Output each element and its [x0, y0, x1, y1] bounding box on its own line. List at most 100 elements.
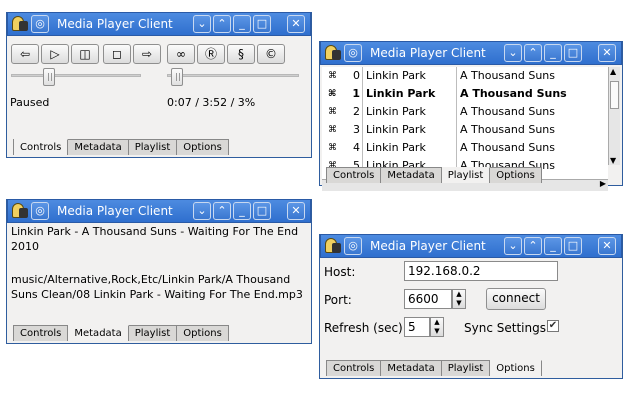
tab-bar: Controls Metadata Playlist Options	[13, 325, 229, 341]
metadata-path-line: music/Alternative,Rock,Etc/Linkin Park/A…	[11, 273, 291, 286]
table-row[interactable]: ⌘ 0 Linkin Park A Thousand Suns	[322, 67, 608, 85]
tab-playlist[interactable]: Playlist	[441, 167, 491, 183]
controls-window: ◎ Media Player Client ⌄ ⌃ _ □ ✕ ⇦ ▷ ◫ ◻ …	[6, 12, 312, 158]
sync-checkbox[interactable]: ✔	[547, 320, 559, 332]
tab-controls[interactable]: Controls	[14, 139, 69, 155]
drag-handle-icon[interactable]: ⌘	[328, 121, 337, 139]
minimize-icon[interactable]: _	[544, 237, 562, 255]
shade-up-icon[interactable]: ⌃	[213, 15, 231, 33]
close-icon[interactable]: ✕	[598, 237, 616, 255]
tab-metadata[interactable]: Metadata	[381, 360, 442, 376]
close-icon[interactable]: ✕	[287, 202, 305, 220]
playback-time: 0:07 / 3:52 / 3%	[167, 96, 256, 109]
tab-metadata[interactable]: Metadata	[68, 325, 129, 341]
metadata-title-line: Linkin Park - A Thousand Suns - Waiting …	[11, 225, 299, 238]
next-icon: ⇨	[141, 47, 153, 61]
stop-icon: ◻	[112, 47, 122, 61]
shade-up-icon[interactable]: ⌃	[213, 202, 231, 220]
app-logo-icon	[324, 44, 342, 62]
playback-status: Paused	[10, 96, 50, 109]
repeat-button[interactable]: ∞	[167, 44, 195, 64]
close-icon[interactable]: ✕	[598, 44, 616, 62]
title-bar: ◎ Media Player Client ⌄ ⌃ _ □ ✕	[320, 41, 622, 65]
tab-controls[interactable]: Controls	[327, 360, 382, 376]
prev-button[interactable]: ⇦	[11, 44, 39, 64]
volume-slider-handle[interactable]	[43, 68, 55, 86]
playlist-table[interactable]: ⌘ 0 Linkin Park A Thousand Suns ⌘ 1 Link…	[322, 67, 608, 179]
tab-options[interactable]: Options	[490, 167, 542, 183]
app-logo-icon	[324, 237, 342, 255]
pause-icon: ◫	[79, 47, 91, 61]
port-input[interactable]: 6600	[404, 289, 452, 309]
stop-button[interactable]: ◻	[103, 44, 131, 64]
shade-up-icon[interactable]: ⌃	[524, 44, 542, 62]
random-icon: Ⓡ	[204, 47, 217, 61]
port-spin-icon[interactable]: ▲ ▼	[452, 289, 466, 309]
shade-down-icon[interactable]: ⌄	[193, 202, 211, 220]
pause-button[interactable]: ◫	[71, 44, 99, 64]
metadata-title-line: 2010	[11, 240, 39, 253]
single-button[interactable]: §	[227, 44, 255, 64]
window-menu-icon[interactable]: ◎	[344, 237, 362, 255]
minimize-icon[interactable]: _	[544, 44, 562, 62]
next-button[interactable]: ⇨	[133, 44, 161, 64]
shade-down-icon[interactable]: ⌄	[504, 237, 522, 255]
checkmark-icon: ✔	[548, 320, 558, 331]
maximize-icon[interactable]: □	[564, 44, 582, 62]
refresh-spin-icon[interactable]: ▲ ▼	[430, 317, 444, 337]
tab-playlist[interactable]: Playlist	[128, 325, 178, 341]
scroll-thumb[interactable]	[610, 81, 619, 109]
window-title: Media Player Client	[57, 17, 173, 31]
tab-playlist[interactable]: Playlist	[441, 360, 491, 376]
window-menu-icon[interactable]: ◎	[31, 15, 49, 33]
tab-bar: Controls Metadata Playlist Options	[326, 360, 542, 376]
table-row[interactable]: ⌘ 4 Linkin Park A Thousand Suns	[322, 139, 608, 157]
minimize-icon[interactable]: _	[233, 15, 251, 33]
drag-handle-icon[interactable]: ⌘	[328, 139, 337, 157]
table-row[interactable]: ⌘ 2 Linkin Park A Thousand Suns	[322, 103, 608, 121]
maximize-icon[interactable]: □	[253, 15, 271, 33]
seek-slider-track[interactable]	[167, 74, 299, 77]
tab-controls[interactable]: Controls	[14, 325, 69, 341]
shade-down-icon[interactable]: ⌄	[193, 15, 211, 33]
seek-slider-handle[interactable]	[171, 68, 183, 86]
play-icon: ▷	[50, 47, 60, 61]
drag-handle-icon[interactable]: ⌘	[328, 103, 337, 121]
tab-options[interactable]: Options	[177, 139, 229, 155]
tab-options[interactable]: Options	[177, 325, 229, 341]
maximize-icon[interactable]: □	[253, 202, 271, 220]
scroll-right-icon[interactable]: ▶	[600, 179, 606, 188]
scroll-up-icon[interactable]: ▲	[610, 67, 616, 76]
random-button[interactable]: Ⓡ	[197, 44, 225, 64]
tab-playlist[interactable]: Playlist	[128, 139, 178, 155]
close-icon[interactable]: ✕	[287, 15, 305, 33]
app-logo-icon	[11, 15, 29, 33]
host-input[interactable]: 192.168.0.2	[404, 261, 558, 281]
shade-up-icon[interactable]: ⌃	[524, 237, 542, 255]
refresh-input[interactable]: 5	[404, 317, 430, 337]
metadata-path-line: Suns Clean/08 Linkin Park - Waiting For …	[11, 288, 303, 301]
tab-bar: Controls Metadata Playlist Options	[13, 139, 229, 155]
play-button[interactable]: ▷	[41, 44, 69, 64]
tab-metadata[interactable]: Metadata	[68, 139, 129, 155]
vertical-scrollbar[interactable]: ▲ ▼	[608, 67, 620, 165]
repeat-icon: ∞	[176, 47, 186, 61]
scroll-down-icon[interactable]: ▼	[610, 156, 616, 165]
metadata-window: ◎ Media Player Client ⌄ ⌃ _ □ ✕ Linkin P…	[6, 199, 312, 344]
drag-handle-icon[interactable]: ⌘	[328, 85, 336, 103]
port-label: Port:	[324, 293, 352, 307]
window-menu-icon[interactable]: ◎	[344, 44, 362, 62]
tab-options[interactable]: Options	[490, 360, 542, 376]
tab-controls[interactable]: Controls	[327, 167, 382, 183]
table-row-current[interactable]: ⌘ 1 Linkin Park A Thousand Suns	[322, 85, 608, 103]
connect-button[interactable]: connect	[486, 288, 546, 310]
tab-metadata[interactable]: Metadata	[381, 167, 442, 183]
window-menu-icon[interactable]: ◎	[31, 202, 49, 220]
volume-slider-track[interactable]	[11, 74, 141, 77]
drag-handle-icon[interactable]: ⌘	[328, 67, 337, 85]
maximize-icon[interactable]: □	[564, 237, 582, 255]
minimize-icon[interactable]: _	[233, 202, 251, 220]
shade-down-icon[interactable]: ⌄	[504, 44, 522, 62]
table-row[interactable]: ⌘ 3 Linkin Park A Thousand Suns	[322, 121, 608, 139]
consume-button[interactable]: ©	[257, 44, 285, 64]
